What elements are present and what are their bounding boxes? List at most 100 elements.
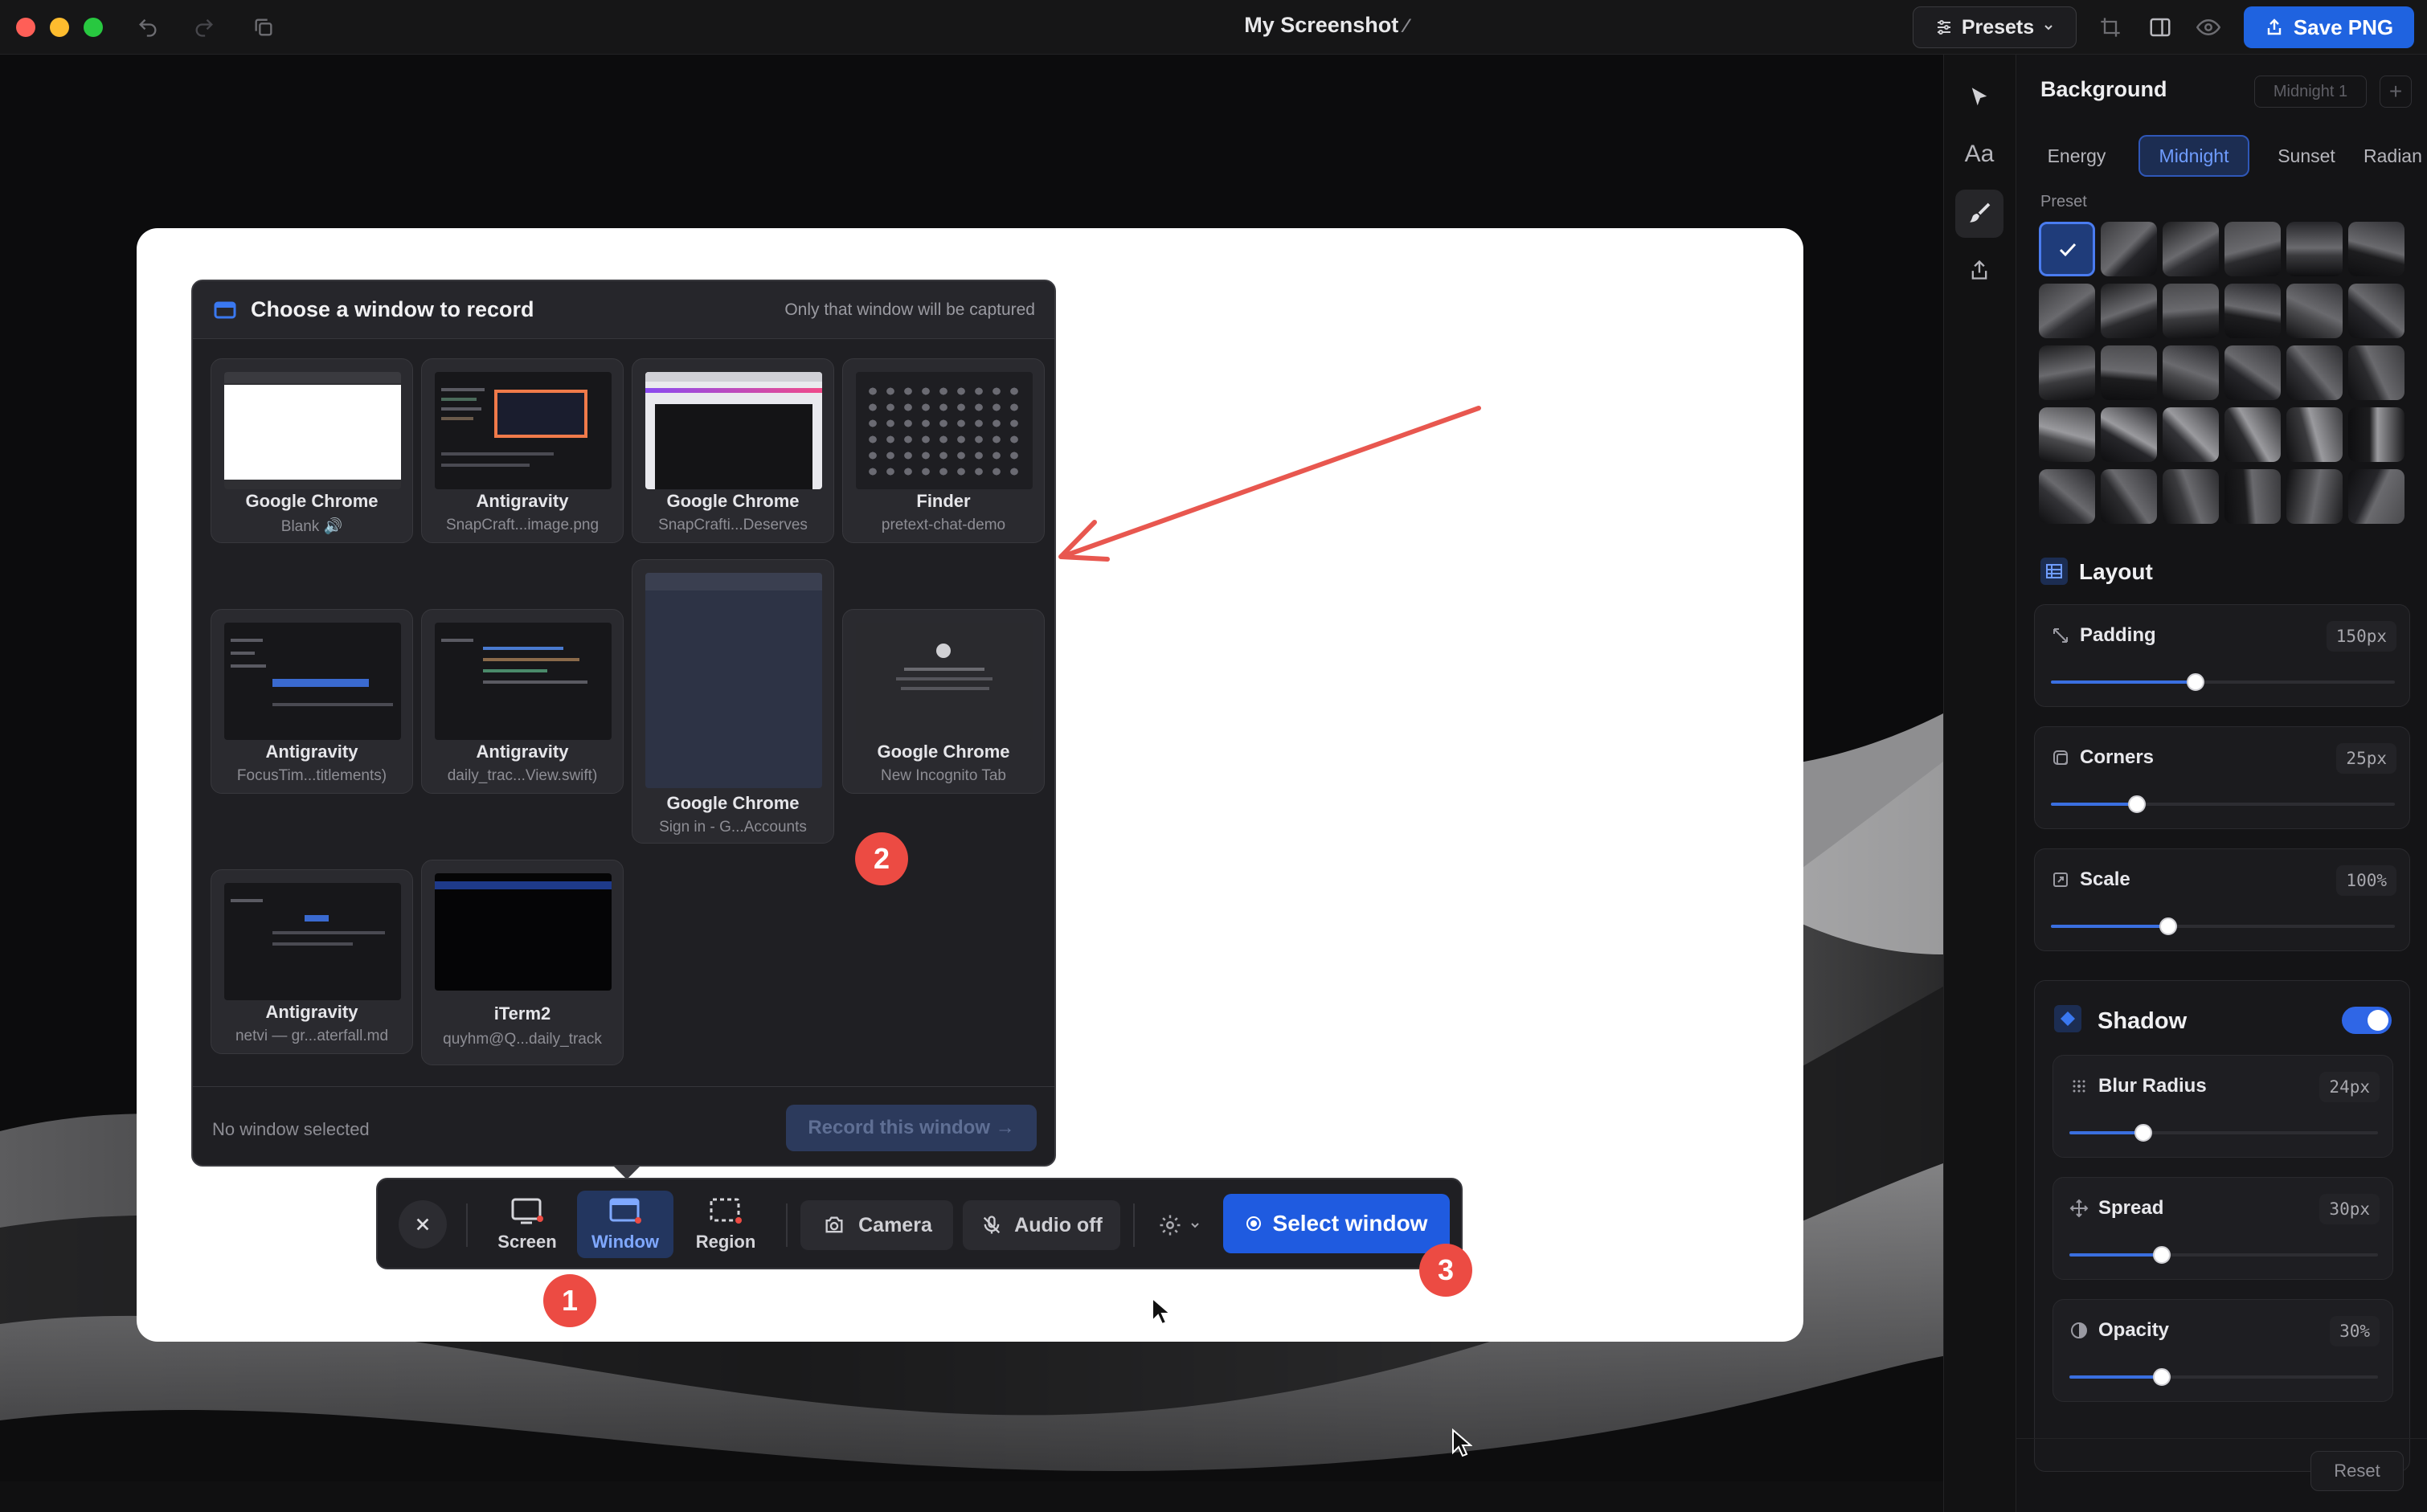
preset-swatch[interactable] [2348, 407, 2404, 462]
window-tile[interactable]: Google Chrome Blank 🔊 [211, 358, 413, 543]
preset-swatch[interactable] [2286, 284, 2343, 338]
preset-swatch[interactable] [2286, 345, 2343, 400]
preset-swatch[interactable] [2348, 345, 2404, 400]
close-toolbar-button[interactable] [399, 1200, 447, 1248]
preset-swatch[interactable] [2039, 222, 2095, 276]
mode-region-button[interactable]: Region [681, 1191, 770, 1258]
spread-control: Spread 30px [2053, 1177, 2393, 1280]
select-window-label: Select window [1272, 1211, 1428, 1236]
preset-swatch[interactable] [2163, 284, 2219, 338]
slider-knob[interactable] [2186, 673, 2204, 691]
preset-swatch[interactable] [2348, 284, 2404, 338]
preset-swatch[interactable] [2039, 469, 2095, 524]
sidebar-toggle-icon[interactable] [2146, 13, 2175, 42]
slider-knob[interactable] [2134, 1124, 2153, 1142]
window-picker-popover: Choose a window to record Only that wind… [191, 280, 1056, 1167]
preset-swatch[interactable] [2101, 345, 2157, 400]
record-window-button[interactable]: Record this window → [786, 1105, 1037, 1151]
preset-swatch[interactable] [2101, 222, 2157, 276]
control-value[interactable]: 100% [2336, 865, 2396, 896]
save-png-button[interactable]: Save PNG [2244, 6, 2414, 48]
preset-swatch[interactable] [2224, 345, 2281, 400]
document-title[interactable]: My Screenshot ⁄ [1045, 13, 1607, 38]
audio-label: Audio off [1014, 1213, 1103, 1236]
window-tile[interactable]: Antigravity daily_trac...View.swift) [421, 609, 624, 794]
control-value[interactable]: 30% [2330, 1316, 2380, 1346]
window-detail: SnapCrafti...Deserves [658, 517, 808, 533]
preset-swatch[interactable] [2224, 222, 2281, 276]
current-preset-chip[interactable]: Midnight 1 [2254, 76, 2367, 108]
window-detail: New Incognito Tab [881, 767, 1006, 784]
select-tool-icon[interactable] [1955, 74, 2003, 122]
category-tab-sunset[interactable]: Sunset [2261, 135, 2352, 177]
preset-swatch[interactable] [2224, 284, 2281, 338]
redo-icon[interactable] [190, 13, 219, 42]
slider-knob[interactable] [2159, 917, 2177, 935]
annotation-arrow[interactable] [1045, 394, 1495, 570]
slider-knob[interactable] [2153, 1246, 2171, 1264]
zoom-window-button[interactable] [84, 18, 103, 37]
window-tile[interactable]: Finder pretext-chat-demo [842, 358, 1045, 543]
preset-swatch[interactable] [2039, 345, 2095, 400]
scale-slider[interactable] [2051, 917, 2395, 935]
window-tile[interactable]: Antigravity netvi — gr...aterfall.md [211, 869, 413, 1054]
control-value[interactable]: 25px [2336, 743, 2396, 774]
window-tile[interactable]: Antigravity SnapCraft...image.png [421, 358, 624, 543]
preset-swatch[interactable] [2163, 407, 2219, 462]
category-tab-energy[interactable]: Energy [2031, 135, 2122, 177]
preset-swatch[interactable] [2101, 469, 2157, 524]
mode-screen-button[interactable]: Screen [487, 1191, 567, 1258]
brush-tool-icon[interactable] [1955, 190, 2003, 238]
undo-icon[interactable] [133, 13, 162, 42]
corners-slider[interactable] [2051, 795, 2395, 813]
preset-swatch[interactable] [2101, 284, 2157, 338]
preset-swatch[interactable] [2286, 407, 2343, 462]
window-tile[interactable]: iTerm2 quyhm@Q...daily_track [421, 860, 624, 1065]
window-tile[interactable]: Google Chrome New Incognito Tab [842, 609, 1045, 794]
preset-swatch[interactable] [2163, 345, 2219, 400]
slider-knob[interactable] [2153, 1368, 2171, 1386]
preset-swatch[interactable] [2224, 407, 2281, 462]
preset-swatch[interactable] [2163, 469, 2219, 524]
crop-icon[interactable] [2096, 13, 2125, 42]
audio-button[interactable]: Audio off [963, 1200, 1120, 1250]
preset-swatch[interactable] [2163, 222, 2219, 276]
shadow-toggle[interactable] [2342, 1007, 2392, 1034]
preset-swatch[interactable] [2039, 284, 2095, 338]
select-window-button[interactable]: Select window [1223, 1194, 1450, 1253]
preset-swatch[interactable] [2224, 469, 2281, 524]
preset-swatch[interactable] [2286, 222, 2343, 276]
slider-knob[interactable] [2128, 795, 2146, 813]
copy-icon[interactable] [249, 13, 278, 42]
preset-swatch[interactable] [2348, 222, 2404, 276]
preset-swatch[interactable] [2348, 469, 2404, 524]
category-tab-radiant[interactable]: Radian [2364, 135, 2427, 177]
preset-swatch[interactable] [2039, 407, 2095, 462]
control-value[interactable]: 150px [2326, 621, 2396, 652]
preset-swatch[interactable] [2286, 469, 2343, 524]
blur-radius-slider[interactable] [2069, 1124, 2378, 1142]
spread-slider[interactable] [2069, 1246, 2378, 1264]
opacity-slider[interactable] [2069, 1368, 2378, 1386]
padding-slider[interactable] [2051, 673, 2395, 691]
window-tile[interactable]: Antigravity FocusTim...titlements) [211, 609, 413, 794]
reset-button[interactable]: Reset [2310, 1451, 2404, 1491]
preset-swatch[interactable] [2101, 407, 2157, 462]
control-value[interactable]: 30px [2319, 1194, 2380, 1224]
eye-icon[interactable] [2194, 13, 2223, 42]
settings-dropdown[interactable] [1149, 1200, 1210, 1250]
divider [1133, 1203, 1135, 1247]
control-value[interactable]: 24px [2319, 1072, 2380, 1102]
minimize-window-button[interactable] [50, 18, 69, 37]
window-tile[interactable]: Google Chrome SnapCrafti...Deserves [632, 358, 834, 543]
camera-button[interactable]: Camera [800, 1200, 953, 1250]
category-tab-midnight[interactable]: Midnight [2138, 135, 2249, 177]
export-tool-icon[interactable] [1955, 246, 2003, 294]
divider [786, 1203, 788, 1247]
presets-button[interactable]: Presets [1913, 6, 2077, 48]
mode-window-button[interactable]: Window [577, 1191, 673, 1258]
close-window-button[interactable] [16, 18, 35, 37]
window-tile[interactable]: Google Chrome Sign in - G...Accounts [632, 559, 834, 844]
add-preset-button[interactable]: + [2380, 76, 2412, 108]
text-tool-icon[interactable]: Aa [1955, 130, 2003, 178]
